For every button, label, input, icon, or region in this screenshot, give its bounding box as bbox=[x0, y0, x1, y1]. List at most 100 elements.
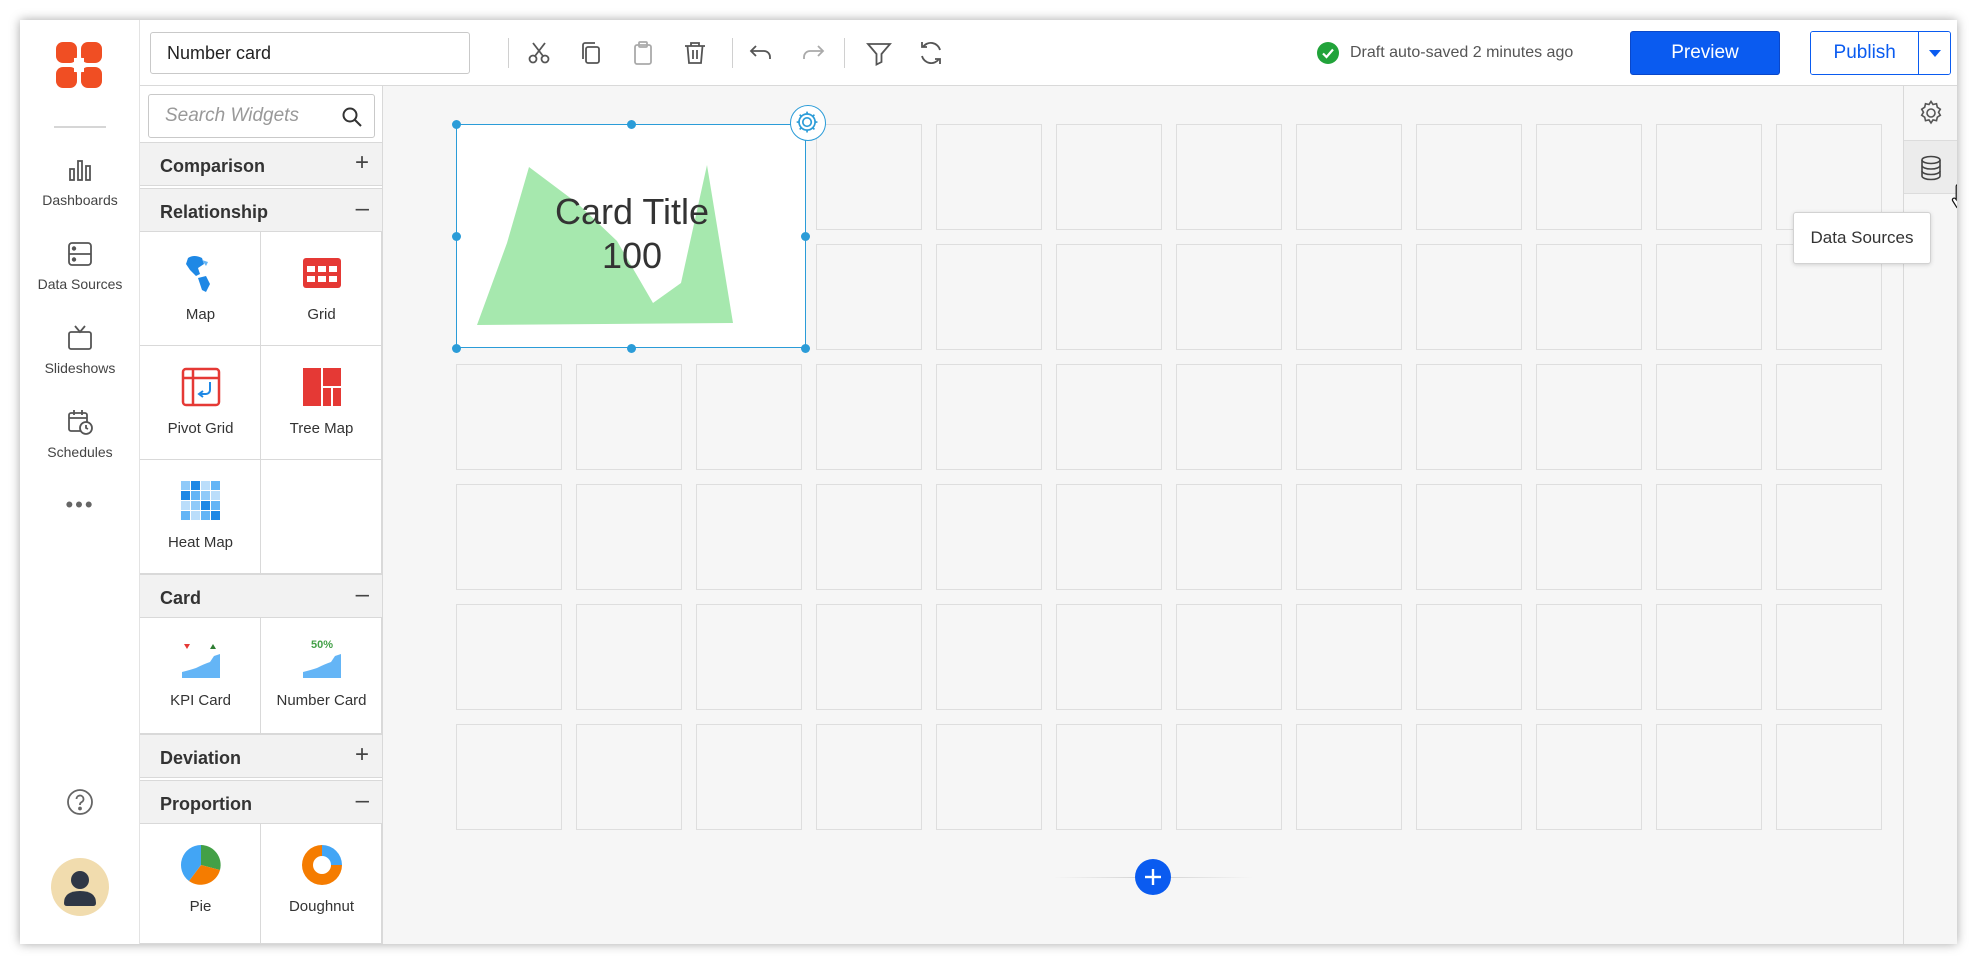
grid-cell[interactable] bbox=[816, 124, 922, 230]
nav-item-schedules[interactable]: Schedules bbox=[20, 408, 140, 478]
grid-cell[interactable] bbox=[1776, 724, 1882, 830]
grid-cell[interactable] bbox=[1176, 484, 1282, 590]
widget-tile-pivot-grid[interactable]: Pivot Grid bbox=[140, 346, 261, 460]
grid-cell[interactable] bbox=[456, 724, 562, 830]
grid-cell[interactable] bbox=[1056, 604, 1162, 710]
grid-cell[interactable] bbox=[1176, 604, 1282, 710]
search-input[interactable] bbox=[149, 95, 339, 137]
grid-cell[interactable] bbox=[1776, 484, 1882, 590]
resize-handle-nw[interactable] bbox=[452, 120, 461, 129]
grid-cell[interactable] bbox=[696, 484, 802, 590]
grid-cell[interactable] bbox=[1536, 364, 1642, 470]
grid-cell[interactable] bbox=[936, 364, 1042, 470]
grid-cell[interactable] bbox=[936, 724, 1042, 830]
resize-handle-se[interactable] bbox=[801, 344, 810, 353]
widget-tile-heat-map[interactable]: Heat Map bbox=[140, 460, 261, 574]
grid-cell[interactable] bbox=[936, 244, 1042, 350]
grid-cell[interactable] bbox=[1056, 724, 1162, 830]
widget-tile-map[interactable]: Map bbox=[140, 232, 261, 346]
publish-button[interactable]: Publish bbox=[1811, 32, 1920, 74]
grid-cell[interactable] bbox=[1056, 244, 1162, 350]
grid-cell[interactable] bbox=[1176, 724, 1282, 830]
grid-cell[interactable] bbox=[696, 604, 802, 710]
widget-tile-number-card[interactable]: 50% Number Card bbox=[261, 618, 382, 734]
add-widget-button[interactable] bbox=[1135, 859, 1171, 895]
widget-settings-button[interactable] bbox=[790, 105, 826, 141]
grid-cell[interactable] bbox=[1776, 364, 1882, 470]
grid-cell[interactable] bbox=[1656, 244, 1762, 350]
grid-cell[interactable] bbox=[1416, 244, 1522, 350]
grid-cell[interactable] bbox=[1296, 364, 1402, 470]
grid-cell[interactable] bbox=[1296, 724, 1402, 830]
copy-button[interactable] bbox=[576, 38, 606, 68]
grid-cell[interactable] bbox=[696, 724, 802, 830]
publish-dropdown-chevron-down-icon[interactable] bbox=[1919, 32, 1950, 74]
expand-icon[interactable]: + bbox=[355, 151, 369, 175]
grid-cell[interactable] bbox=[1296, 244, 1402, 350]
resize-handle-s[interactable] bbox=[627, 344, 636, 353]
properties-button[interactable] bbox=[1904, 86, 1957, 140]
grid-cell[interactable] bbox=[1536, 484, 1642, 590]
grid-cell[interactable] bbox=[1296, 124, 1402, 230]
resize-handle-sw[interactable] bbox=[452, 344, 461, 353]
dashboard-title-input[interactable] bbox=[150, 32, 470, 74]
category-comparison[interactable]: Comparison + bbox=[140, 142, 382, 186]
widget-tile-pie[interactable]: Pie bbox=[140, 824, 261, 944]
grid-cell[interactable] bbox=[1296, 604, 1402, 710]
resize-handle-w[interactable] bbox=[452, 232, 461, 241]
grid-cell[interactable] bbox=[936, 124, 1042, 230]
grid-cell[interactable] bbox=[816, 604, 922, 710]
grid-cell[interactable] bbox=[1656, 724, 1762, 830]
grid-cell[interactable] bbox=[936, 484, 1042, 590]
widget-tile-grid[interactable]: Grid bbox=[261, 232, 382, 346]
grid-cell[interactable] bbox=[936, 604, 1042, 710]
grid-cell[interactable] bbox=[576, 484, 682, 590]
grid-cell[interactable] bbox=[1656, 604, 1762, 710]
grid-cell[interactable] bbox=[1536, 124, 1642, 230]
grid-cell[interactable] bbox=[1296, 484, 1402, 590]
grid-cell[interactable] bbox=[1176, 364, 1282, 470]
nav-item-data-sources[interactable]: Data Sources bbox=[20, 240, 140, 310]
grid-cell[interactable] bbox=[1416, 604, 1522, 710]
grid-cell[interactable] bbox=[1056, 364, 1162, 470]
collapse-icon[interactable]: – bbox=[356, 789, 369, 813]
dashboard-canvas[interactable]: Card Title 100 bbox=[383, 86, 1903, 944]
more-icon[interactable]: ••• bbox=[56, 494, 104, 518]
grid-cell[interactable] bbox=[1176, 244, 1282, 350]
grid-cell[interactable] bbox=[1656, 124, 1762, 230]
grid-cell[interactable] bbox=[696, 364, 802, 470]
app-logo-icon[interactable] bbox=[54, 40, 104, 90]
collapse-icon[interactable]: – bbox=[356, 583, 369, 607]
redo-button[interactable] bbox=[798, 38, 828, 68]
cut-button[interactable] bbox=[524, 38, 554, 68]
grid-cell[interactable] bbox=[1056, 124, 1162, 230]
widget-tile-kpi-card[interactable]: KPI Card bbox=[140, 618, 261, 734]
number-card-widget[interactable]: Card Title 100 bbox=[452, 105, 826, 353]
grid-cell[interactable] bbox=[576, 604, 682, 710]
grid-cell[interactable] bbox=[1656, 484, 1762, 590]
grid-cell[interactable] bbox=[1416, 364, 1522, 470]
avatar[interactable] bbox=[51, 858, 109, 916]
grid-cell[interactable] bbox=[456, 364, 562, 470]
category-proportion[interactable]: Proportion – bbox=[140, 780, 382, 824]
nav-item-dashboards[interactable]: Dashboards bbox=[20, 156, 140, 226]
nav-item-slideshows[interactable]: Slideshows bbox=[20, 324, 140, 394]
grid-cell[interactable] bbox=[816, 484, 922, 590]
collapse-icon[interactable]: – bbox=[356, 197, 369, 221]
category-card[interactable]: Card – bbox=[140, 574, 382, 618]
grid-cell[interactable] bbox=[576, 364, 682, 470]
refresh-button[interactable] bbox=[916, 38, 946, 68]
grid-cell[interactable] bbox=[1056, 484, 1162, 590]
grid-cell[interactable] bbox=[576, 724, 682, 830]
paste-button[interactable] bbox=[628, 38, 658, 68]
widget-tile-tree-map[interactable]: Tree Map bbox=[261, 346, 382, 460]
grid-cell[interactable] bbox=[1776, 604, 1882, 710]
widget-tile-doughnut[interactable]: Doughnut bbox=[261, 824, 382, 944]
filter-button[interactable] bbox=[864, 38, 894, 68]
delete-button[interactable] bbox=[680, 38, 710, 68]
grid-cell[interactable] bbox=[456, 484, 562, 590]
grid-cell[interactable] bbox=[1656, 364, 1762, 470]
preview-button[interactable]: Preview bbox=[1630, 31, 1780, 75]
help-icon[interactable] bbox=[66, 788, 94, 816]
search-icon[interactable] bbox=[341, 106, 363, 128]
